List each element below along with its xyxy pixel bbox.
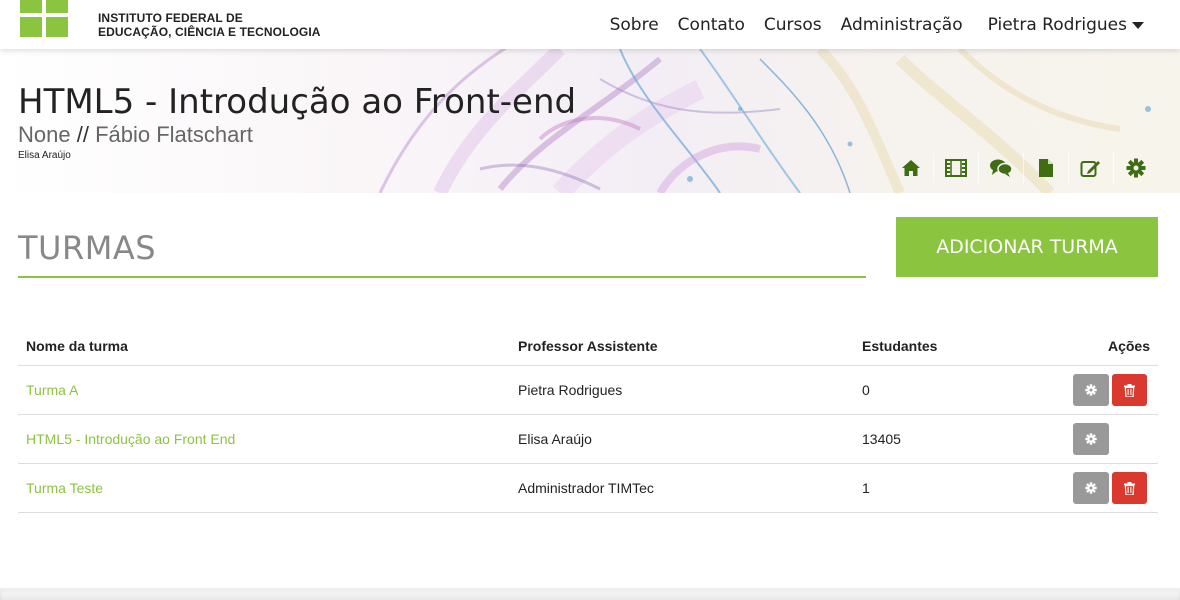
gear-icon [1085,482,1097,494]
gear-icon [1126,158,1146,178]
institution-name: INSTITUTO FEDERAL DE EDUCAÇÃO, CIÊNCIA E… [98,11,321,39]
table-row: Turma A Pietra Rodrigues 0 [18,366,1158,415]
settings-button[interactable] [1073,423,1109,455]
class-name-link[interactable]: Turma Teste [26,480,103,496]
tool-home[interactable] [889,153,933,183]
assistant-cell: Administrador TIMTec [518,480,654,496]
tool-forum[interactable] [978,153,1023,183]
institution-name-line2: EDUCAÇÃO, CIÊNCIA E TECNOLOGIA [98,25,321,39]
class-name-link[interactable]: HTML5 - Introdução ao Front End [26,431,235,447]
students-cell: 1 [862,480,870,496]
gear-icon [1085,384,1097,396]
trash-icon [1124,383,1135,397]
home-icon [902,160,920,176]
settings-button[interactable] [1073,374,1109,406]
main-nav: Sobre Contato Cursos Administração Pietr… [610,0,1180,49]
nav-administracao[interactable]: Administração [841,15,963,35]
course-subtitle-separator: // [76,122,89,147]
table-header: Nome da turma Professor Assistente Estud… [18,327,1158,366]
students-cell: 0 [862,382,870,398]
delete-button[interactable] [1112,374,1147,406]
students-cell: 13405 [862,431,901,447]
file-icon [1039,159,1053,177]
gear-icon [1085,433,1097,445]
class-name-link[interactable]: Turma A [26,382,78,398]
tool-videos[interactable] [933,153,978,183]
nav-contato[interactable]: Contato [678,15,745,35]
footer-edge [0,588,1180,600]
nav-cursos[interactable]: Cursos [764,15,822,35]
tool-material[interactable] [1023,153,1068,183]
table-row: Turma Teste Administrador TIMTec 1 [18,464,1158,513]
add-class-button[interactable]: ADICIONAR TURMA [896,217,1158,277]
settings-button[interactable] [1073,472,1109,504]
course-banner: HTML5 - Introdução ao Front-end None // … [0,49,1180,193]
assistant-cell: Elisa Araújo [518,431,592,447]
assistant-cell: Pietra Rodrigues [518,382,623,398]
institution-name-line1: INSTITUTO FEDERAL DE [98,11,243,25]
course-toolbar [889,153,1158,183]
header-assistant: Professor Assistente [518,338,658,354]
tool-settings[interactable] [1113,153,1158,183]
header-actions: Ações [1107,338,1150,354]
table-row: HTML5 - Introdução ao Front End Elisa Ar… [18,415,1158,464]
course-professor: Fábio Flatschart [95,122,253,147]
classes-table: Nome da turma Professor Assistente Estud… [18,327,1158,513]
edit-icon [1080,161,1100,177]
page-title: TURMAS [18,229,157,267]
header-name: Nome da turma [26,338,128,354]
title-underline [18,276,866,278]
institution-logo[interactable] [20,0,68,37]
delete-button[interactable] [1112,472,1147,504]
course-title: HTML5 - Introdução ao Front-end [18,82,577,122]
trash-icon [1124,481,1135,495]
course-subtitle: None // Fábio Flatschart [18,122,253,148]
tool-notes[interactable] [1068,153,1113,183]
comments-icon [990,159,1013,177]
top-navbar: INSTITUTO FEDERAL DE EDUCAÇÃO, CIÊNCIA E… [0,0,1180,49]
user-menu[interactable]: Pietra Rodrigues [988,15,1144,35]
nav-sobre[interactable]: Sobre [610,15,659,35]
course-author: Elisa Araújo [18,150,71,161]
caret-down-icon [1132,22,1144,29]
user-name: Pietra Rodrigues [987,14,1127,35]
film-icon [945,159,967,177]
course-subtitle-prefix: None [18,122,71,147]
header-students: Estudantes [862,338,938,354]
